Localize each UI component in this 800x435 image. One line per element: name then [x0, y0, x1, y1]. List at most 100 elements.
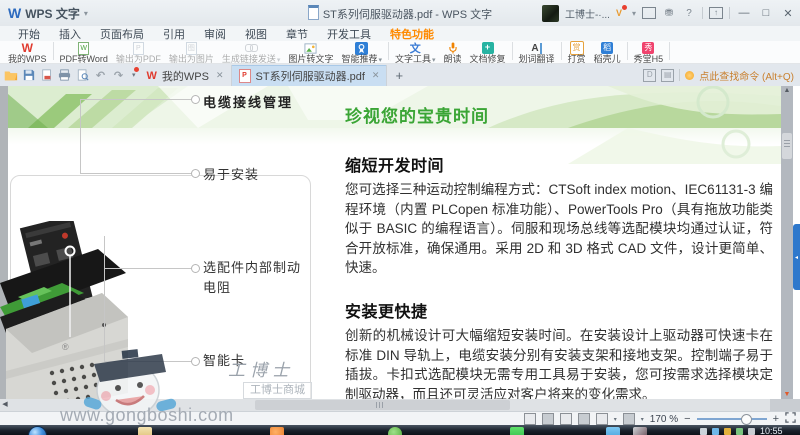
- layout-mode-icon[interactable]: ▤: [661, 69, 674, 82]
- scroll-left-icon[interactable]: ◀: [0, 399, 10, 411]
- tab-my-wps[interactable]: W 我的WPS ✕: [140, 65, 232, 86]
- close-tab-icon[interactable]: ✕: [372, 70, 380, 81]
- doc-repair-button[interactable]: + 文档修复: [466, 41, 510, 64]
- tray-icon[interactable]: [736, 428, 743, 435]
- caret-down-icon[interactable]: ▾: [641, 416, 644, 423]
- horizontal-scroll-thumb[interactable]: [255, 400, 510, 410]
- export-pdf-quick-icon[interactable]: [39, 68, 54, 83]
- doc-mode-icon[interactable]: D: [643, 69, 656, 82]
- export-pdf-button[interactable]: P 输出为PDF: [112, 41, 165, 64]
- collapsed-task-pane-tab[interactable]: ◂: [793, 224, 800, 290]
- menu-item-dev-tools[interactable]: 开发工具: [327, 26, 371, 42]
- member-shop-icon[interactable]: ⛃: [662, 8, 676, 19]
- reward-button[interactable]: 赏 打赏: [564, 41, 590, 64]
- start-button[interactable]: [28, 426, 47, 435]
- vertical-scroll-thumb[interactable]: [782, 133, 792, 159]
- taskbar-app-green-circle[interactable]: [388, 427, 402, 435]
- close-tab-icon[interactable]: ✕: [216, 70, 224, 81]
- reward-icon: 赏: [570, 41, 584, 55]
- pdf-tab-icon: P: [239, 69, 251, 83]
- print-preview-icon[interactable]: [75, 68, 90, 83]
- read-aloud-button[interactable]: 朗读: [440, 41, 466, 64]
- export-image-button[interactable]: 图 输出为图片: [165, 41, 218, 64]
- user-name[interactable]: 工博士-·...: [565, 6, 610, 21]
- view-mode-outline-icon[interactable]: [542, 413, 554, 425]
- zoom-slider[interactable]: [697, 418, 767, 420]
- view-mode-read-icon[interactable]: [578, 413, 590, 425]
- callout-line: [80, 99, 81, 174]
- pdf-to-word-button[interactable]: W PDF转Word: [56, 41, 112, 64]
- callout-marker: [191, 95, 200, 104]
- zoom-level[interactable]: 170 %: [650, 414, 678, 425]
- scroll-down-icon[interactable]: ▼: [781, 391, 793, 398]
- redo-icon[interactable]: ↷: [111, 68, 126, 83]
- smart-recommend-button[interactable]: 智能推荐▾: [337, 41, 386, 65]
- find-command-hint[interactable]: 点此查找命令 (Alt+Q): [699, 68, 794, 83]
- view-mode-normal-icon[interactable]: [524, 413, 536, 425]
- skin-icon[interactable]: [642, 7, 656, 19]
- new-tab-button[interactable]: +: [395, 68, 403, 83]
- picture-to-text-icon: [304, 42, 317, 54]
- vertical-scrollbar[interactable]: ▲ ▼: [781, 86, 793, 399]
- scroll-up-icon[interactable]: ▲: [781, 87, 793, 94]
- caret-down-icon[interactable]: ▾: [614, 416, 617, 423]
- callout-line: [104, 268, 193, 269]
- page-fit-icon[interactable]: [596, 413, 608, 425]
- undo-icon[interactable]: ↶: [93, 68, 108, 83]
- tray-icon[interactable]: [712, 428, 719, 435]
- taskbar-app-blue-square[interactable]: [606, 427, 620, 435]
- collapse-ribbon-icon[interactable]: ↑: [709, 7, 723, 19]
- taskbar-app-folder[interactable]: [138, 427, 152, 435]
- maximize-button[interactable]: □: [758, 7, 774, 19]
- tray-icon[interactable]: [748, 428, 755, 435]
- zoom-out-button[interactable]: −: [684, 413, 690, 425]
- zoom-in-button[interactable]: +: [773, 413, 779, 425]
- eye-protect-icon[interactable]: [623, 413, 635, 425]
- app-menu-caret-icon[interactable]: ▾: [84, 9, 88, 18]
- translate-button[interactable]: A 划词翻译: [515, 41, 559, 64]
- tray-icon[interactable]: [700, 428, 707, 435]
- xiutang-h5-button[interactable]: 秀 秀堂H5: [630, 41, 668, 64]
- help-icon[interactable]: ?: [682, 8, 696, 19]
- save-icon[interactable]: [21, 68, 36, 83]
- zoom-slider-knob[interactable]: [741, 414, 752, 425]
- user-avatar[interactable]: [542, 5, 559, 22]
- account-caret-icon[interactable]: ▾: [632, 9, 636, 18]
- taskbar-app-green-square[interactable]: [510, 427, 524, 435]
- taskbar-app-orange[interactable]: [270, 427, 284, 435]
- share-link-icon: [245, 44, 257, 52]
- ocr-button[interactable]: 图片转文字: [284, 41, 337, 64]
- microphone-icon: [447, 42, 459, 54]
- my-wps-button[interactable]: W 我的WPS: [4, 41, 51, 64]
- caret-down-icon: ▾: [277, 57, 281, 64]
- open-file-icon[interactable]: [3, 68, 18, 83]
- text-tools-button[interactable]: 文 文字工具▾: [391, 41, 440, 65]
- minimize-button[interactable]: —: [736, 7, 752, 19]
- menu-item-view[interactable]: 视图: [245, 26, 267, 42]
- view-mode-web-icon[interactable]: [560, 413, 572, 425]
- menu-item-page-layout[interactable]: 页面布局: [100, 26, 144, 42]
- close-button[interactable]: ✕: [780, 7, 796, 20]
- divider: [679, 69, 680, 81]
- menu-item-home[interactable]: 开始: [18, 26, 40, 42]
- tray-icon[interactable]: [724, 428, 731, 435]
- tab-st-servo-pdf[interactable]: P ST系列伺服驱动器.pdf ✕: [232, 65, 388, 86]
- taskbar-clock[interactable]: 10:55: [760, 426, 783, 435]
- taskbar-app-photo[interactable]: [633, 427, 647, 435]
- menu-item-section[interactable]: 章节: [286, 26, 308, 42]
- docer-button[interactable]: 稻 稻壳儿: [590, 41, 625, 64]
- menu-item-insert[interactable]: 插入: [59, 26, 81, 42]
- menu-item-references[interactable]: 引用: [163, 26, 185, 42]
- customize-toolbar-caret-icon[interactable]: ▾: [132, 71, 136, 79]
- print-icon[interactable]: [57, 68, 72, 83]
- divider: [729, 7, 730, 19]
- document-icon: [308, 5, 319, 20]
- divider: [669, 42, 670, 60]
- share-link-button[interactable]: 生成链接发送▾: [218, 41, 285, 65]
- menu-item-review[interactable]: 审阅: [204, 26, 226, 42]
- windows-taskbar[interactable]: 10:55: [0, 425, 800, 435]
- callout-line: [80, 99, 192, 100]
- document-canvas[interactable]: 电缆接线管理 珍视您的宝贵时间: [0, 86, 800, 411]
- wps-logo-icon[interactable]: W: [8, 5, 21, 21]
- app-name[interactable]: WPS 文字: [25, 5, 80, 22]
